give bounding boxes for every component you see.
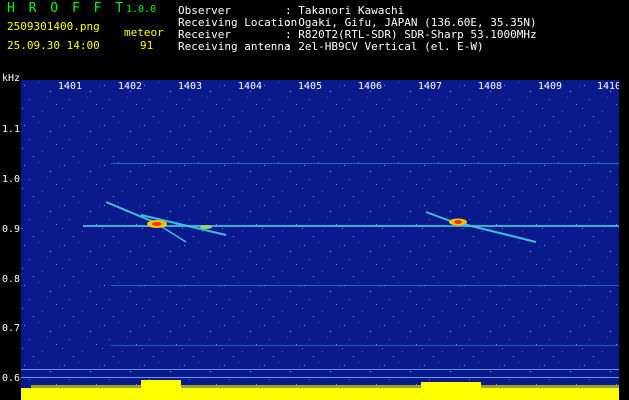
- x-tick-label: 1409: [538, 81, 562, 92]
- y-tick-label: 0.6: [2, 373, 21, 384]
- antenna-label: Receiving antenna: [178, 40, 291, 53]
- x-tick-label: 1403: [178, 81, 202, 92]
- y-tick-label: 1.1: [2, 124, 21, 135]
- y-tick-label: 0.9: [2, 224, 21, 235]
- carrier-line: [111, 345, 619, 346]
- x-tick-label: 1410: [597, 81, 619, 92]
- y-tick-label: 0.7: [2, 323, 21, 334]
- app-title: H R O F F T: [7, 1, 127, 16]
- carrier-line: [111, 163, 619, 164]
- meteor-count: 91: [140, 39, 154, 52]
- file-name: 2509301400.png: [7, 20, 100, 33]
- x-tick-label: 1402: [118, 81, 142, 92]
- timestamp: 25.09.30 14:00: [7, 39, 100, 52]
- x-tick-label: 1407: [418, 81, 442, 92]
- carrier-line: [111, 285, 619, 286]
- carrier-line: [21, 369, 619, 370]
- x-tick-label: 1408: [478, 81, 502, 92]
- antenna-value: : 2el-HB9CV Vertical (el. E-W): [285, 40, 484, 53]
- meteor-label: meteor: [124, 26, 164, 39]
- y-axis: 1.1 1.0 0.9 0.8 0.7 0.6: [0, 80, 21, 400]
- info-header: H R O F F T 1.0.0 2509301400.png 25.09.3…: [0, 0, 629, 72]
- x-tick-label: 1406: [358, 81, 382, 92]
- app-version: 1.0.0: [126, 4, 157, 15]
- x-tick-label: 1401: [58, 81, 82, 92]
- spectrogram: 1401 1402 1403 1404 1405 1406 1407 1408 …: [21, 80, 619, 400]
- carrier-line: [21, 377, 619, 378]
- x-tick-label: 1405: [298, 81, 322, 92]
- x-tick-label: 1404: [238, 81, 262, 92]
- y-tick-label: 1.0: [2, 174, 21, 185]
- y-tick-label: 0.8: [2, 274, 21, 285]
